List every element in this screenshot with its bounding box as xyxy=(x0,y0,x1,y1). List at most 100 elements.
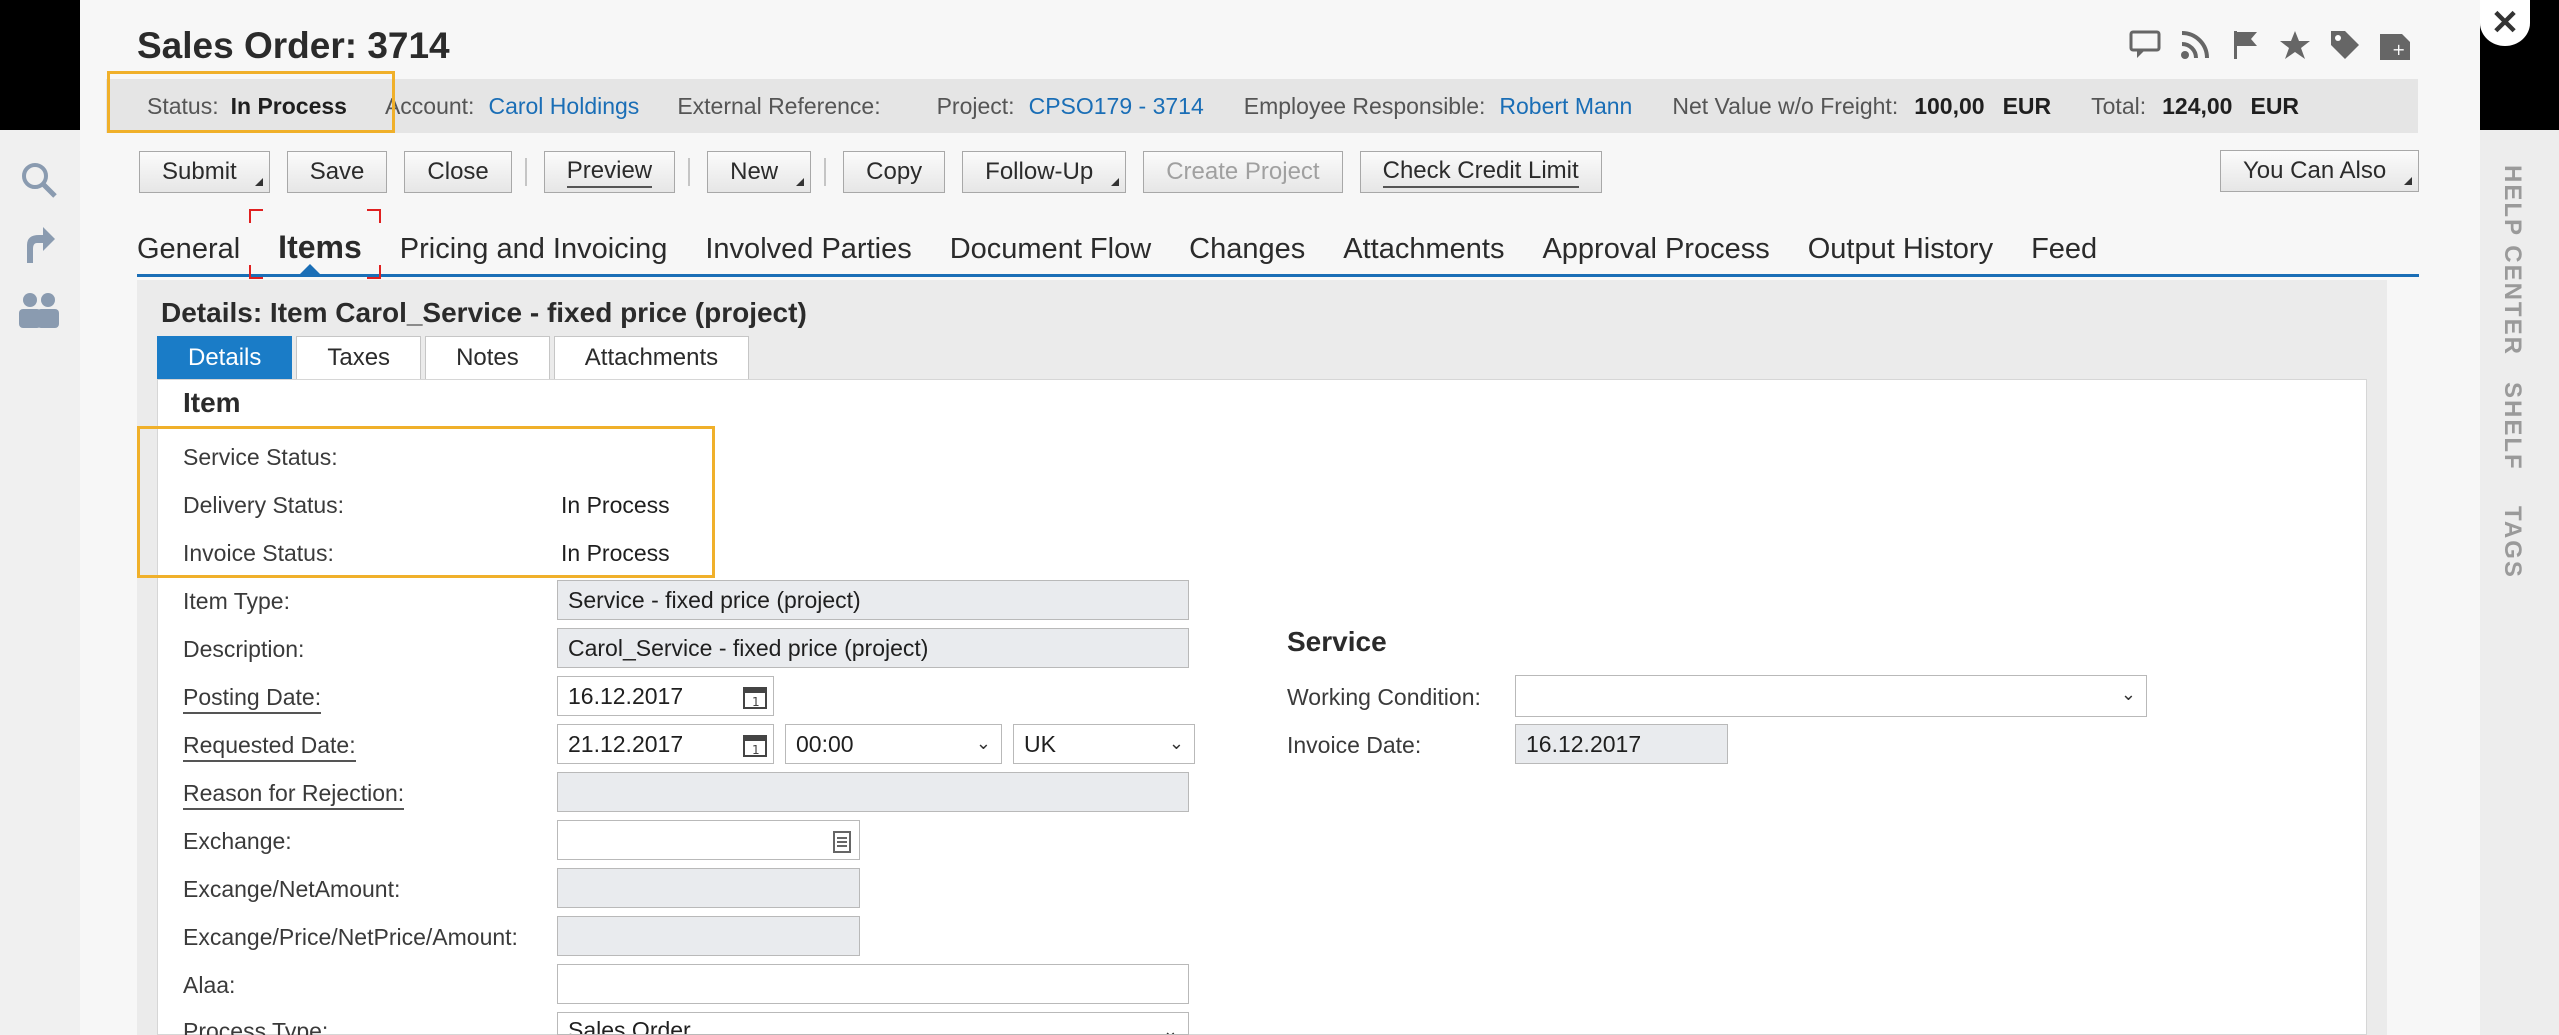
total-currency: EUR xyxy=(2250,92,2300,119)
copy-button-label: Copy xyxy=(866,158,923,185)
exchange-field[interactable] xyxy=(557,820,860,860)
subtab-taxes[interactable]: Taxes xyxy=(296,336,422,379)
active-tab-pointer xyxy=(300,264,320,274)
total-amount: 124,00 xyxy=(2162,92,2233,119)
close-button-label: Close xyxy=(427,158,489,185)
toolbar-separator xyxy=(688,158,691,186)
service-section-title: Service xyxy=(1287,626,1387,657)
tags-tab[interactable]: TAGS xyxy=(2498,506,2526,579)
toolbar: Submit Save Close Preview New Copy Follo… xyxy=(139,150,1619,194)
toolbar-separator xyxy=(824,158,827,186)
preview-button[interactable]: Preview xyxy=(543,151,676,193)
requested-date-label[interactable]: Requested Date: xyxy=(183,732,356,762)
create-project-button: Create Project xyxy=(1143,151,1343,193)
check-credit-limit-button[interactable]: Check Credit Limit xyxy=(1359,151,1602,193)
tab-attachments[interactable]: Attachments xyxy=(1343,233,1504,274)
toolbar-separator xyxy=(524,158,527,186)
process-type-select[interactable]: Sales Order ⌄ xyxy=(557,1012,1189,1035)
submit-button-label: Submit xyxy=(162,158,237,185)
shelf-tab[interactable]: SHELF xyxy=(2498,382,2526,471)
item-section-title: Item xyxy=(183,387,241,418)
account-link[interactable]: Carol Holdings xyxy=(488,93,639,120)
external-reference-label: External Reference: xyxy=(677,92,881,119)
tab-general[interactable]: General xyxy=(137,233,240,274)
status-highlight-box xyxy=(107,71,395,133)
tab-pricing-and-invoicing[interactable]: Pricing and Invoicing xyxy=(400,233,668,274)
net-value-label: Net Value w/o Freight: xyxy=(1672,92,1899,119)
flag-icon[interactable] xyxy=(2228,28,2262,62)
people-icon[interactable] xyxy=(14,285,64,335)
reason-for-rejection-label[interactable]: Reason for Rejection: xyxy=(183,780,405,810)
focus-corner xyxy=(249,209,263,223)
alaa-field[interactable] xyxy=(557,964,1189,1004)
working-condition-select[interactable]: ⌄ xyxy=(1515,675,2147,717)
follow-up-button[interactable]: Follow-Up xyxy=(962,151,1127,193)
submit-button[interactable]: Submit xyxy=(139,151,270,193)
copy-button[interactable]: Copy xyxy=(843,151,946,193)
subtab-details[interactable]: Details xyxy=(157,336,293,379)
tab-involved-parties[interactable]: Involved Parties xyxy=(705,233,911,274)
net-value-amount: 100,00 xyxy=(1914,92,1985,119)
alaa-label: Alaa: xyxy=(183,972,236,998)
tabs-underline xyxy=(137,274,2419,277)
save-button-label: Save xyxy=(309,158,365,185)
close-button[interactable]: Close xyxy=(404,151,512,193)
you-can-also-button-label: You Can Also xyxy=(2243,157,2387,184)
tab-approval-process[interactable]: Approval Process xyxy=(1542,233,1769,274)
rss-icon[interactable] xyxy=(2178,28,2212,62)
account-label: Account: xyxy=(384,92,475,119)
description-label: Description: xyxy=(183,636,305,662)
excange-netamount-label: Excange/NetAmount: xyxy=(183,876,401,902)
left-rail xyxy=(0,130,80,1035)
tab-document-flow[interactable]: Document Flow xyxy=(950,233,1151,274)
save-button[interactable]: Save xyxy=(286,151,388,193)
you-can-also-button[interactable]: You Can Also xyxy=(2220,150,2420,192)
close-window-button[interactable]: ✕ xyxy=(2480,0,2530,46)
chevron-down-icon: ⌄ xyxy=(1168,733,1184,753)
working-condition-label: Working Condition: xyxy=(1287,684,1481,710)
help-center-tab[interactable]: HELP CENTER xyxy=(2498,165,2526,356)
detail-subtabs: Details Taxes Notes Attachments xyxy=(157,336,753,379)
calculator-icon[interactable] xyxy=(827,827,855,855)
chevron-down-icon: ⌄ xyxy=(1162,1021,1178,1035)
project-link[interactable]: CPSO179 - 3714 xyxy=(1029,93,1204,120)
requested-date-value: 21.12.2017 xyxy=(568,730,684,757)
share-arrow-icon[interactable] xyxy=(14,220,64,270)
posting-date-field[interactable]: 16.12.2017 1 xyxy=(557,676,774,716)
header-info-bar: Status: In Process Account: Carol Holdin… xyxy=(106,79,2418,133)
calendar-icon[interactable]: 1 xyxy=(741,731,769,759)
requested-timezone-select[interactable]: UK ⌄ xyxy=(1013,724,1195,764)
new-button[interactable]: New xyxy=(707,151,812,193)
requested-timezone-value: UK xyxy=(1024,730,1056,757)
chevron-down-icon: ⌄ xyxy=(975,733,991,753)
requested-date-field[interactable]: 21.12.2017 1 xyxy=(557,724,774,764)
tab-feed[interactable]: Feed xyxy=(2031,233,2097,274)
calendar-icon[interactable]: 1 xyxy=(741,683,769,711)
description-field: Carol_Service - fixed price (project) xyxy=(557,628,1189,668)
search-icon[interactable] xyxy=(14,155,64,205)
preview-button-label: Preview xyxy=(566,157,653,188)
posting-date-value: 16.12.2017 xyxy=(568,682,684,709)
process-type-value: Sales Order xyxy=(568,1017,691,1035)
chevron-down-icon: ⌄ xyxy=(2120,684,2136,704)
posting-date-label[interactable]: Posting Date: xyxy=(183,684,322,714)
new-window-icon[interactable]: + xyxy=(2378,28,2412,62)
item-type-field: Service - fixed price (project) xyxy=(557,580,1189,620)
tab-changes[interactable]: Changes xyxy=(1189,233,1305,274)
requested-time-value: 00:00 xyxy=(796,730,854,757)
background-top-left xyxy=(0,0,80,130)
exchange-label: Exchange: xyxy=(183,828,292,854)
employee-responsible-link[interactable]: Robert Mann xyxy=(1499,93,1632,120)
excange-price-field xyxy=(557,916,860,956)
tag-icon[interactable] xyxy=(2328,28,2362,62)
requested-time-select[interactable]: 00:00 ⌄ xyxy=(785,724,1002,764)
focus-corner xyxy=(367,265,381,279)
subtab-notes[interactable]: Notes xyxy=(425,336,550,379)
invoice-date-label: Invoice Date: xyxy=(1287,732,1422,758)
star-icon[interactable] xyxy=(2278,28,2312,62)
title-bar-icons: + xyxy=(2128,28,2412,62)
tab-output-history[interactable]: Output History xyxy=(1808,233,1993,274)
project-label: Project: xyxy=(936,92,1015,119)
feedback-icon[interactable] xyxy=(2128,28,2162,62)
subtab-attachments[interactable]: Attachments xyxy=(553,336,750,379)
